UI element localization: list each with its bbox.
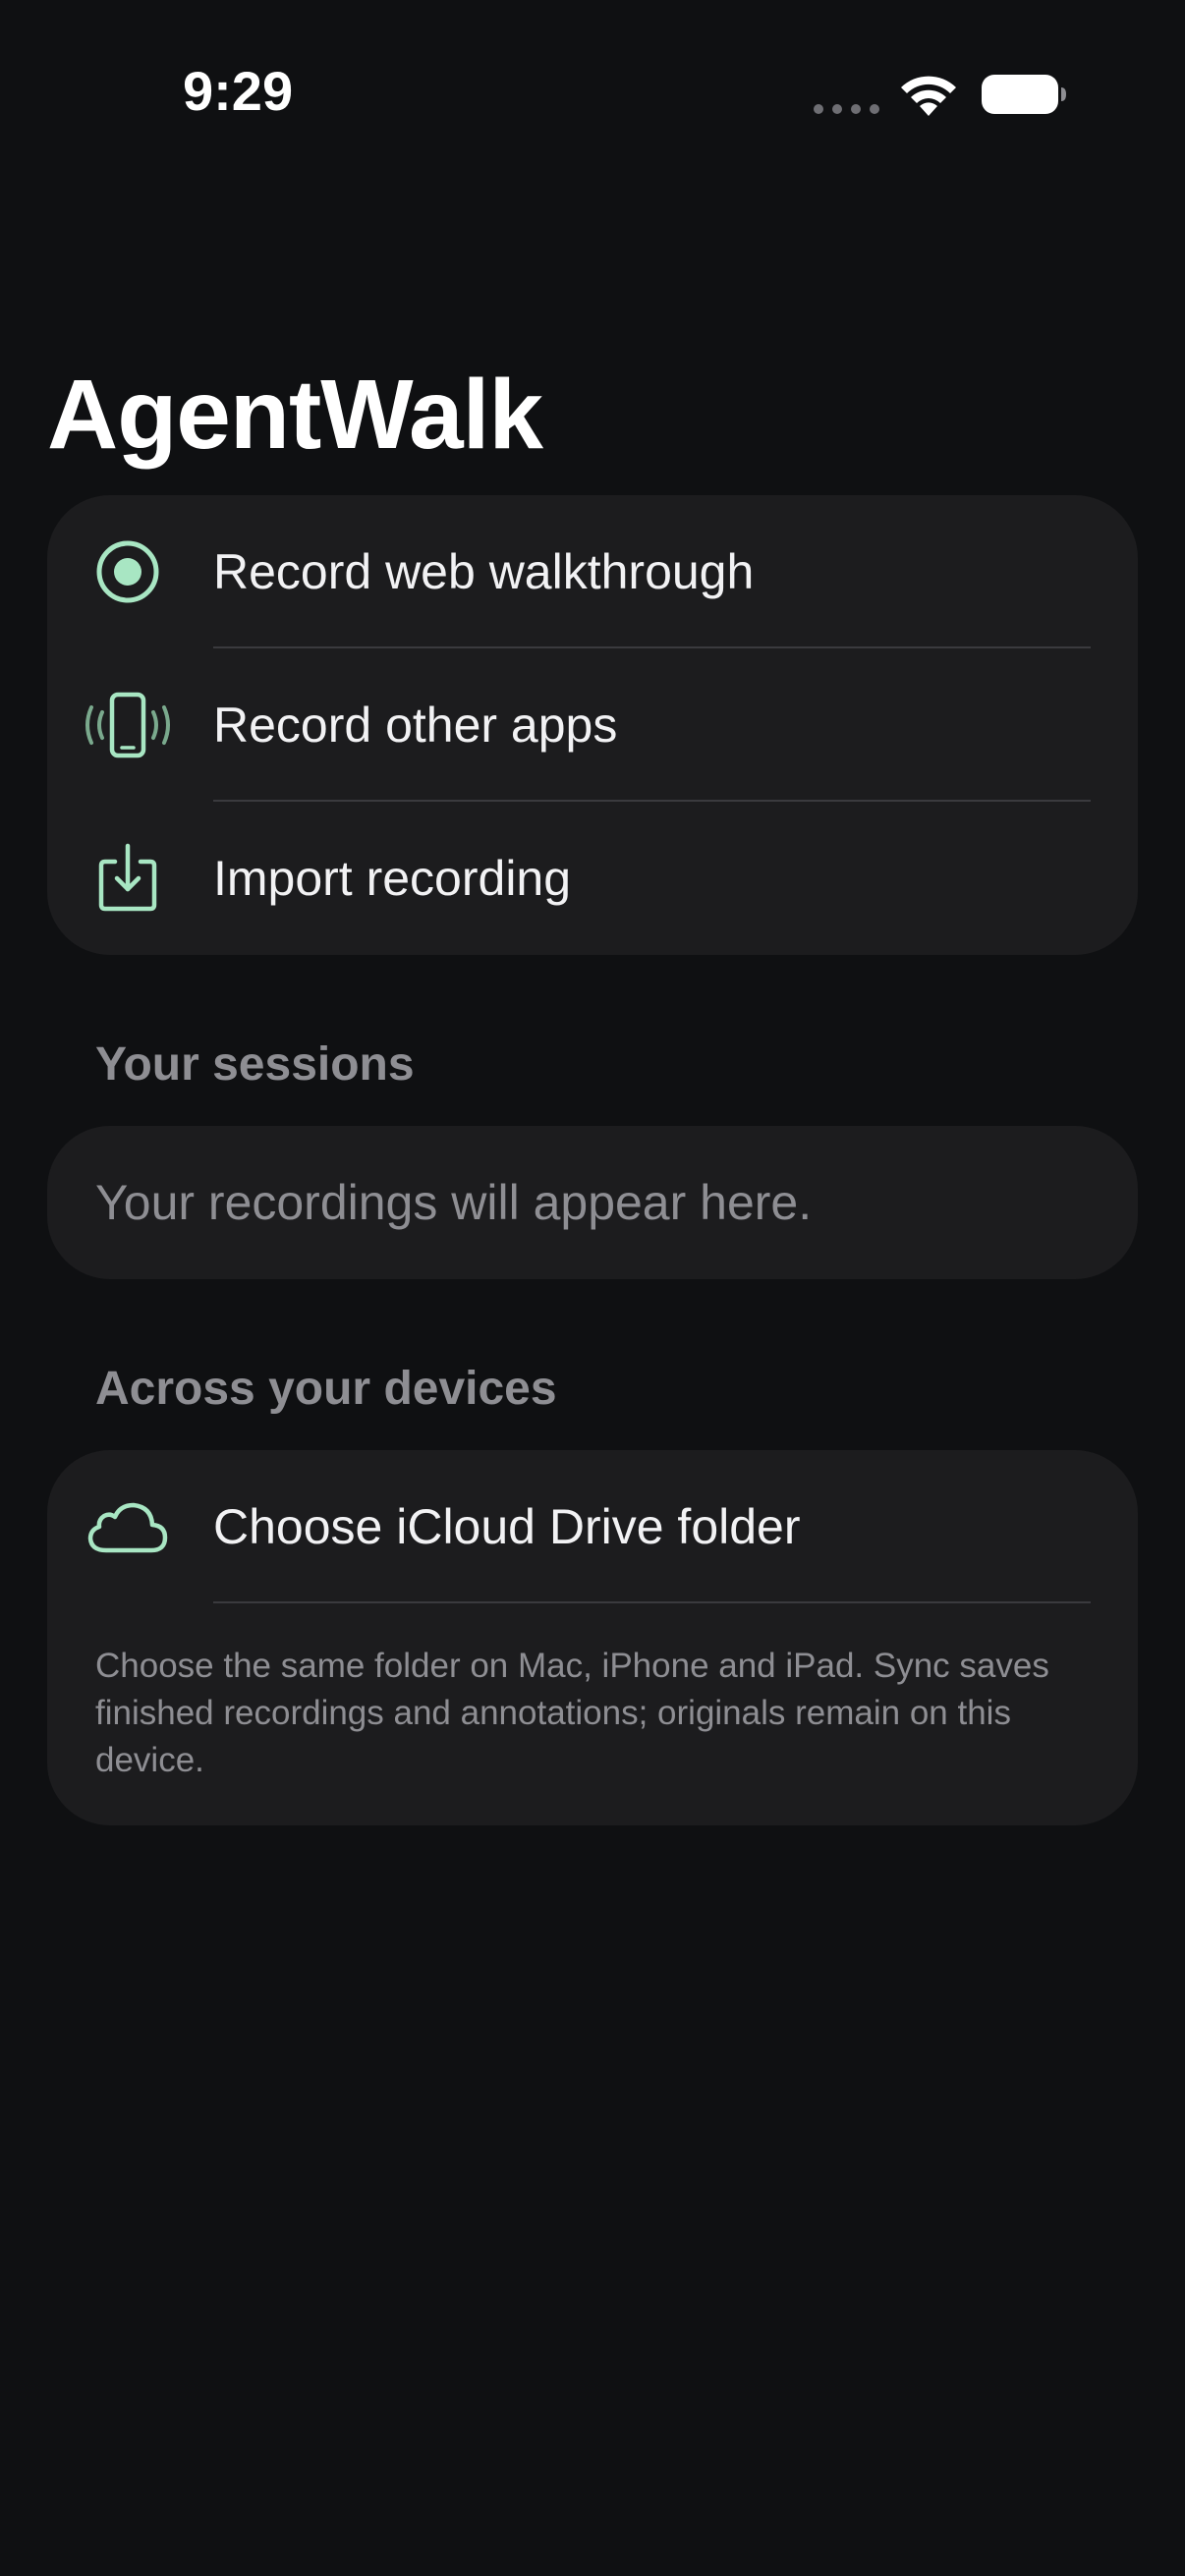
sessions-header: Your sessions [95,1038,415,1091]
sessions-empty-text: Your recordings will appear here. [95,1175,813,1230]
phone-vibrate-icon [79,686,177,764]
sync-footnote: Choose the same folder on Mac, iPhone an… [95,1647,1049,1779]
import-recording-row[interactable]: Import recording [47,802,1138,955]
divider [213,1601,1091,1603]
signal-dots-icon [814,104,879,114]
record-web-walkthrough-row[interactable]: Record web walkthrough [47,495,1138,648]
record-other-apps-label: Record other apps [213,698,618,753]
choose-icloud-folder-label: Choose iCloud Drive folder [213,1499,801,1554]
choose-icloud-folder-row[interactable]: Choose iCloud Drive folder [47,1450,1138,1603]
sessions-card: Your recordings will appear here. [47,1126,1138,1279]
wifi-icon [901,76,956,116]
battery-icon [982,75,1066,114]
status-bar: 9:29 [0,0,1185,196]
record-icon [79,532,177,611]
cloud-icon [79,1487,177,1566]
status-time: 9:29 [183,60,294,122]
import-icon [79,839,177,918]
devices-header: Across your devices [95,1363,557,1415]
import-recording-label: Import recording [213,851,572,906]
record-other-apps-row[interactable]: Record other apps [47,648,1138,802]
record-web-walkthrough-label: Record web walkthrough [213,544,755,599]
devices-card: Choose iCloud Drive folder Choose the sa… [47,1450,1138,1825]
page-title: AgentWalk [47,360,543,470]
actions-card: Record web walkthrough Record other apps [47,495,1138,955]
